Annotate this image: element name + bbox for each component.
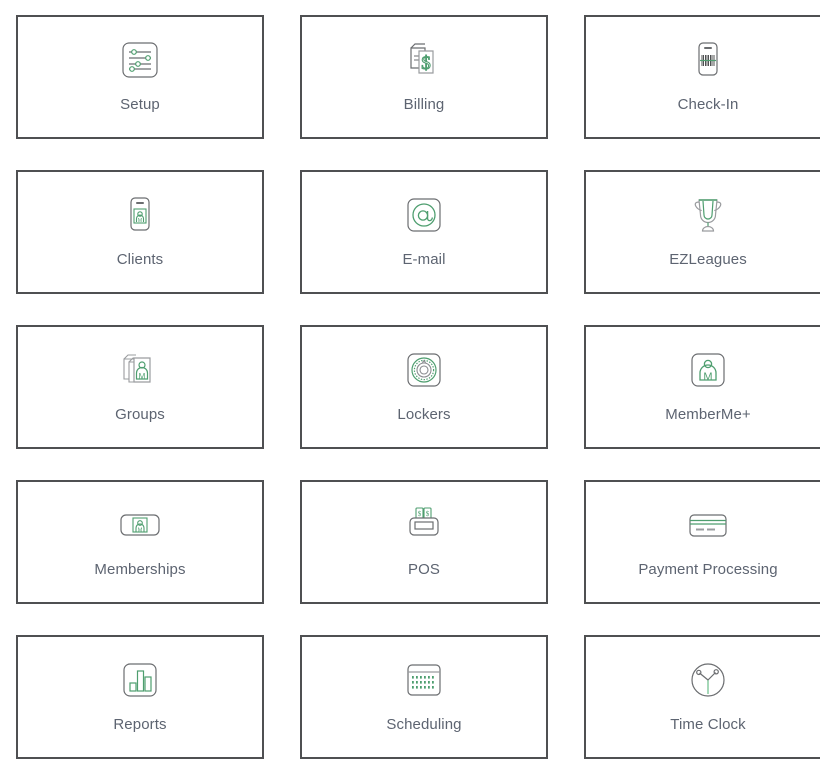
svg-text:M: M	[703, 371, 712, 383]
combination-dial-lock-icon	[400, 346, 448, 394]
tile-label: Groups	[115, 406, 165, 424]
tile-label: Billing	[404, 96, 445, 114]
tile-label: Lockers	[397, 406, 450, 424]
trophy-icon	[684, 191, 732, 239]
clock-icon	[684, 656, 732, 704]
svg-text:M: M	[138, 218, 142, 224]
tile-label: EZLeagues	[669, 251, 747, 269]
stacked-member-cards-icon: M	[116, 346, 164, 394]
membership-card-badge-icon: M	[116, 501, 164, 549]
calendar-icon	[400, 656, 448, 704]
tile-label: Memberships	[94, 561, 185, 579]
tile-reports[interactable]: Reports	[16, 635, 264, 759]
tile-payment-processing[interactable]: Payment Processing	[584, 480, 820, 604]
svg-text:$: $	[418, 510, 422, 518]
tile-label: E-mail	[402, 251, 445, 269]
tile-groups[interactable]: M Groups	[16, 325, 264, 449]
tile-label: Clients	[117, 251, 164, 269]
sliders-settings-icon	[116, 36, 164, 84]
invoice-dollar-documents-icon: $	[400, 36, 448, 84]
tile-billing[interactable]: $ Billing	[300, 15, 548, 139]
tile-label: Reports	[113, 716, 166, 734]
at-sign-icon	[400, 191, 448, 239]
svg-text:M: M	[138, 528, 143, 534]
module-tile-grid: Setup $ Billing	[0, 0, 820, 759]
tile-scheduling[interactable]: Scheduling	[300, 635, 548, 759]
cash-register-icon: $ $	[400, 501, 448, 549]
member-person-m-icon: M	[684, 346, 732, 394]
tile-label: Setup	[120, 96, 160, 114]
tile-label: Time Clock	[670, 716, 745, 734]
tile-lockers[interactable]: Lockers	[300, 325, 548, 449]
tile-email[interactable]: E-mail	[300, 170, 548, 294]
tile-label: MemberMe+	[665, 406, 751, 424]
tile-pos[interactable]: $ $ POS	[300, 480, 548, 604]
svg-text:M: M	[139, 372, 146, 381]
tile-memberships[interactable]: M Memberships	[16, 480, 264, 604]
tile-check-in[interactable]: Check-In	[584, 15, 820, 139]
phone-member-badge-icon: M	[116, 191, 164, 239]
tile-ezleagues[interactable]: EZLeagues	[584, 170, 820, 294]
tile-label: Scheduling	[386, 716, 461, 734]
tile-time-clock[interactable]: Time Clock	[584, 635, 820, 759]
tile-label: POS	[408, 561, 440, 579]
phone-barcode-icon	[684, 36, 732, 84]
svg-text:$: $	[426, 510, 430, 518]
tile-memberme-plus[interactable]: M MemberMe+	[584, 325, 820, 449]
tile-clients[interactable]: M Clients	[16, 170, 264, 294]
tile-label: Check-In	[678, 96, 739, 114]
svg-text:$: $	[421, 53, 431, 74]
tile-setup[interactable]: Setup	[16, 15, 264, 139]
bar-chart-icon	[116, 656, 164, 704]
tile-label: Payment Processing	[638, 561, 777, 579]
credit-card-icon	[684, 501, 732, 549]
